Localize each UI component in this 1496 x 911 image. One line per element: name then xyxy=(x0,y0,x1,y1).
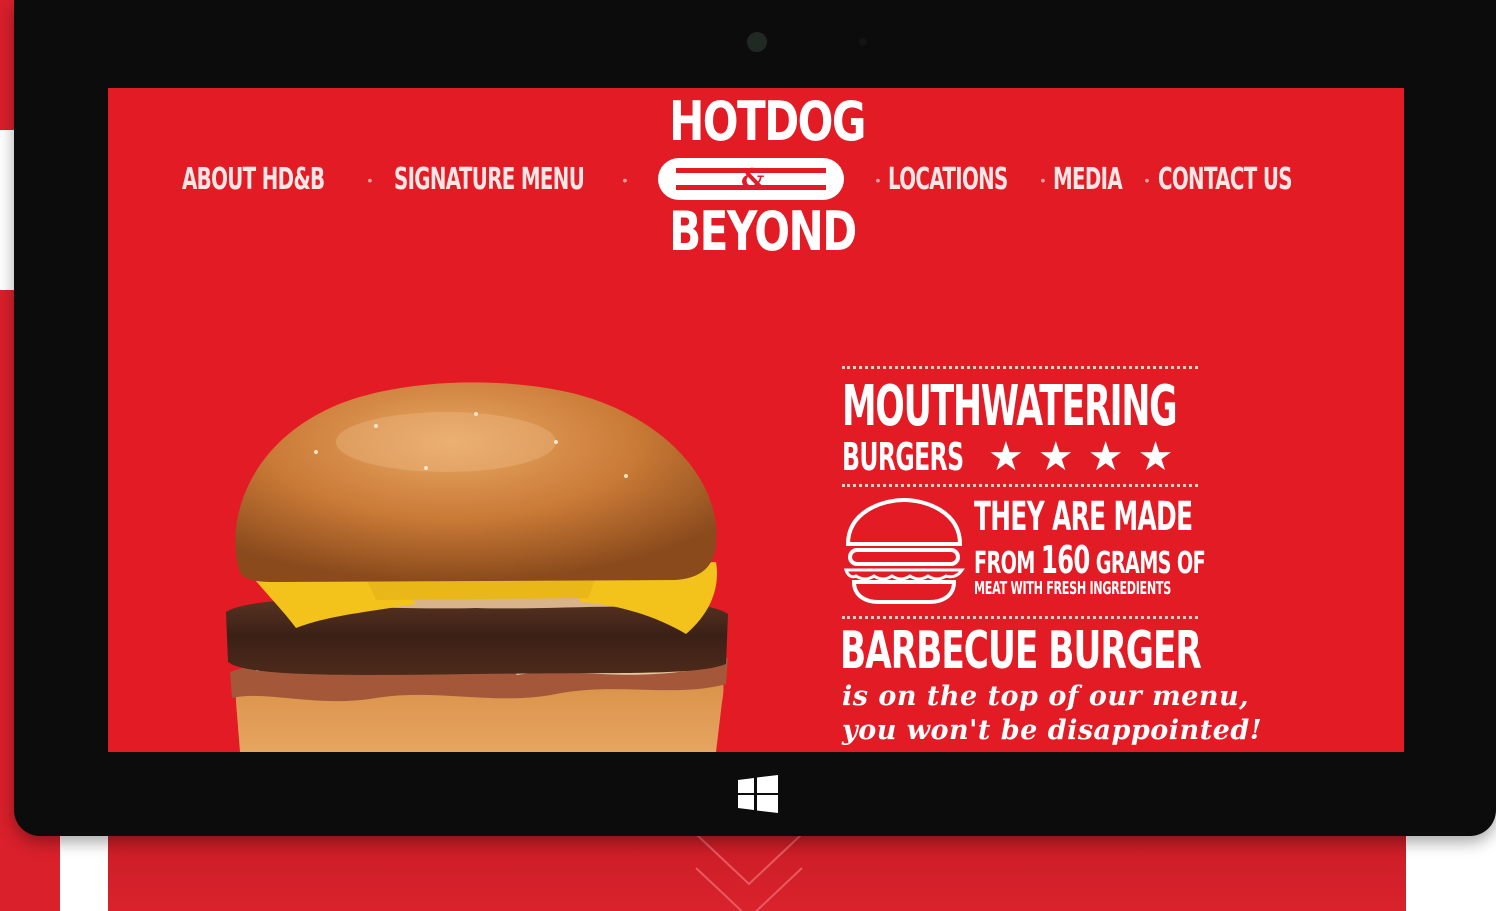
dotted-divider xyxy=(842,616,1198,619)
nav-separator: • xyxy=(367,172,373,188)
nav-contact-us[interactable]: CONTACT US xyxy=(1158,160,1293,200)
brand-logo[interactable]: HOTDOG & BEYOND xyxy=(646,90,866,270)
nav-separator: • xyxy=(1144,172,1150,188)
nav-about[interactable]: ABOUT HD&B xyxy=(182,160,325,200)
logo-word-beyond: BEYOND xyxy=(669,200,857,263)
light-sensor xyxy=(859,38,867,46)
nav-separator: • xyxy=(875,172,881,188)
website-screen: ABOUT HD&B • SIGNATURE MENU • HOTDOG & B… xyxy=(108,88,1404,752)
logo-word-hotdog: HOTDOG xyxy=(669,90,866,153)
burger-outline-icon xyxy=(843,497,965,604)
logo-ampersand: & xyxy=(741,164,765,194)
nav-signature-menu[interactable]: SIGNATURE MENU xyxy=(394,160,585,200)
burger-photo xyxy=(226,382,728,752)
made-from: FROM xyxy=(974,546,1035,581)
promo-subline: BURGERS xyxy=(842,435,964,479)
promo-panel: MOUTHWATERING BURGERS ★★★★ THEY ARE MADE… xyxy=(840,364,1262,752)
star-rating: ★★★★ xyxy=(988,435,1188,479)
made-line-1: THEY ARE MADE xyxy=(974,494,1193,540)
dotted-divider xyxy=(842,366,1198,369)
windows-logo-icon[interactable] xyxy=(738,775,778,813)
made-unit: GRAMS OF xyxy=(1095,546,1206,581)
nav-media[interactable]: MEDIA xyxy=(1053,160,1123,200)
page-background-notch xyxy=(0,130,14,290)
tagline-line-2: you won't be disappointed! xyxy=(842,715,1263,746)
nav-separator: • xyxy=(1040,172,1046,188)
tagline-line-1: is on the top of our menu, xyxy=(842,681,1250,712)
camera-icon xyxy=(747,32,767,52)
made-line-3: MEAT WITH FRESH INGREDIENTS xyxy=(974,578,1171,599)
made-amount: 160 xyxy=(1040,538,1090,582)
promo-headline: MOUTHWATERING xyxy=(842,374,1178,439)
featured-burger: BARBECUE BURGER xyxy=(840,621,1202,681)
dotted-divider xyxy=(842,484,1198,487)
nav-locations[interactable]: LOCATIONS xyxy=(888,160,1008,200)
tablet-device: ABOUT HD&B • SIGNATURE MENU • HOTDOG & B… xyxy=(14,0,1496,836)
nav-separator: • xyxy=(622,172,628,188)
